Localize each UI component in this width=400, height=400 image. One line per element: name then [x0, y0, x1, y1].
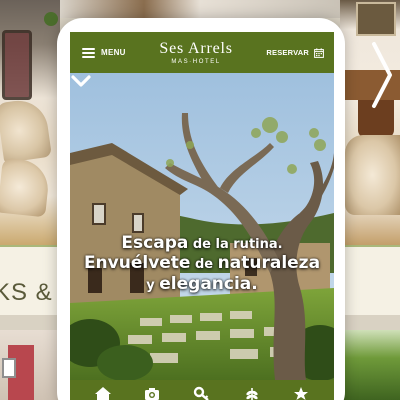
- tagline-rutina: de la rutina.: [188, 237, 283, 252]
- star-icon[interactable]: [292, 386, 310, 400]
- home-icon[interactable]: [94, 386, 112, 400]
- bg-pillow: [345, 135, 400, 215]
- hero-photo: [70, 73, 334, 380]
- logo-subtitle: MAS·HOTEL: [171, 58, 221, 65]
- calendar-icon: [314, 47, 324, 58]
- phone-screen: MENU Ses Arrels MAS·HOTEL RESERVAR Escap…: [70, 32, 334, 400]
- tagline-line-2: Envuélvete de naturaleza: [70, 253, 334, 273]
- menu-button[interactable]: MENU: [82, 47, 126, 58]
- carousel-next-icon[interactable]: [370, 40, 394, 110]
- tagline-envuelvete: Envuélvete: [83, 253, 191, 274]
- hero-tagline: Escapa de la rutina. Envuélvete de natur…: [70, 233, 334, 294]
- bg-top-strip: [60, 0, 340, 18]
- tagline-escapa: Escapa: [121, 233, 189, 253]
- camera-icon[interactable]: [143, 386, 161, 400]
- leaf-icon[interactable]: [243, 386, 261, 400]
- tagline-de: de: [190, 257, 218, 273]
- bg-sign: [356, 2, 396, 36]
- bg-window: [2, 358, 16, 378]
- logo-name: Ses Arrels: [159, 39, 233, 57]
- bg-chair: [2, 30, 32, 100]
- chevron-down-icon[interactable]: [70, 73, 92, 89]
- hamburger-icon: [82, 47, 95, 58]
- bg-garden-photo: [340, 330, 400, 400]
- reserve-button[interactable]: RESERVAR: [266, 47, 324, 58]
- bg-plant: [44, 12, 58, 26]
- tagline-y: y: [146, 277, 160, 293]
- tagline-naturaleza: naturaleza: [217, 253, 321, 274]
- menu-label: MENU: [101, 48, 126, 57]
- site-header: MENU Ses Arrels MAS·HOTEL RESERVAR: [70, 32, 334, 73]
- key-icon[interactable]: [193, 386, 211, 400]
- tagline-elegancia: elegancia.: [159, 273, 258, 294]
- tagline-line-1: Escapa de la rutina.: [70, 233, 334, 253]
- bottom-nav: [70, 380, 334, 400]
- reserve-label: RESERVAR: [266, 48, 309, 57]
- hotel-logo[interactable]: Ses Arrels MAS·HOTEL: [159, 39, 233, 65]
- bg-band-text: KS &: [0, 279, 53, 306]
- tagline-line-3: y elegancia.: [70, 274, 334, 294]
- hero-banner: Escapa de la rutina. Envuélvete de natur…: [70, 73, 334, 380]
